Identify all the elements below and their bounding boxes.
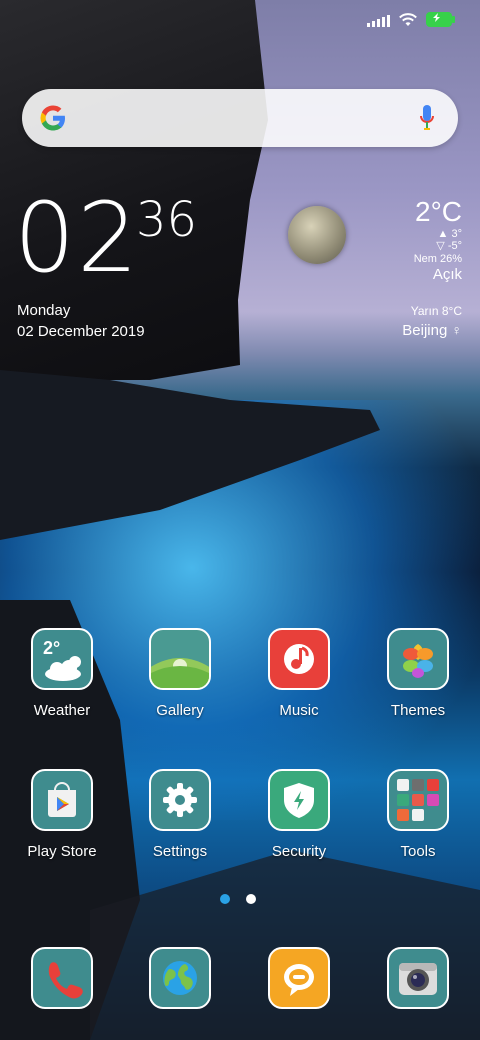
app-themes[interactable]: Themes bbox=[363, 628, 473, 719]
weather-tomorrow: Yarın 8°C bbox=[410, 304, 462, 318]
camera-icon bbox=[387, 947, 449, 1009]
clock-minutes: 36 bbox=[136, 192, 198, 248]
app-label: Weather bbox=[33, 702, 91, 719]
google-search-bar[interactable] bbox=[22, 89, 458, 147]
settings-icon bbox=[149, 769, 211, 831]
wallpaper-rock-bottom bbox=[90, 850, 480, 1040]
weather-humidity: Nem 26% bbox=[413, 253, 462, 265]
music-icon bbox=[268, 628, 330, 690]
play-store-icon bbox=[31, 769, 93, 831]
clock-widget[interactable]: 02 36 bbox=[14, 182, 197, 294]
wallpaper bbox=[0, 0, 480, 1040]
weather-low: ▽ -5° bbox=[436, 240, 462, 252]
app-label: Gallery bbox=[156, 702, 204, 719]
clock-day: Monday bbox=[17, 302, 71, 319]
app-tools-folder[interactable]: Tools bbox=[363, 769, 473, 860]
gallery-icon bbox=[149, 628, 211, 690]
weather-city[interactable]: Beijing ♀ bbox=[402, 322, 462, 339]
battery-icon bbox=[426, 12, 455, 27]
app-music[interactable]: Music bbox=[244, 628, 354, 719]
dock-camera[interactable] bbox=[363, 947, 473, 1009]
dock-messaging[interactable] bbox=[244, 947, 354, 1009]
app-label: Tools bbox=[400, 843, 436, 860]
browser-icon bbox=[149, 947, 211, 1009]
weather-city-name: Beijing bbox=[402, 322, 448, 339]
location-pin-icon: ♀ bbox=[451, 322, 463, 338]
phone-icon bbox=[31, 947, 93, 1009]
page-dot-2[interactable] bbox=[246, 894, 256, 904]
app-gallery[interactable]: Gallery bbox=[125, 628, 235, 719]
app-play-store[interactable]: Play Store bbox=[7, 769, 117, 860]
weather-high-value: 3° bbox=[451, 228, 462, 240]
app-label: Themes bbox=[390, 702, 446, 719]
app-label: Settings bbox=[152, 843, 208, 860]
clock-hours: 02 bbox=[14, 182, 141, 294]
app-settings[interactable]: Settings bbox=[125, 769, 235, 860]
app-label: Music bbox=[279, 702, 319, 719]
weather-condition: Açık bbox=[432, 266, 462, 283]
google-logo-icon bbox=[40, 105, 65, 131]
app-label: Security bbox=[271, 843, 327, 860]
page-dot-1[interactable] bbox=[220, 894, 230, 904]
app-weather[interactable]: 2° Weather bbox=[7, 628, 117, 719]
weather-icon: 2° bbox=[31, 628, 93, 690]
weather-widget[interactable]: 2°C ▲ 3° ▽ -5° Nem 26% Açık bbox=[414, 196, 462, 283]
tools-folder-icon bbox=[387, 769, 449, 831]
weather-high: ▲ 3° bbox=[437, 228, 462, 240]
app-label: Play Store bbox=[27, 843, 97, 860]
moon-icon bbox=[288, 206, 346, 264]
weather-low-value: -5° bbox=[447, 240, 462, 252]
messaging-icon bbox=[268, 947, 330, 1009]
clock-date: 02 December 2019 bbox=[17, 323, 145, 340]
weather-temp: 2°C bbox=[415, 196, 462, 227]
page-indicator[interactable] bbox=[220, 894, 256, 904]
themes-icon bbox=[387, 628, 449, 690]
app-security[interactable]: Security bbox=[244, 769, 354, 860]
dock-browser[interactable] bbox=[125, 947, 235, 1009]
dock-phone[interactable] bbox=[7, 947, 117, 1009]
security-icon bbox=[268, 769, 330, 831]
wifi-icon bbox=[399, 12, 417, 26]
status-bar bbox=[367, 12, 455, 27]
signal-icon bbox=[367, 13, 390, 27]
mic-icon[interactable] bbox=[420, 103, 434, 133]
